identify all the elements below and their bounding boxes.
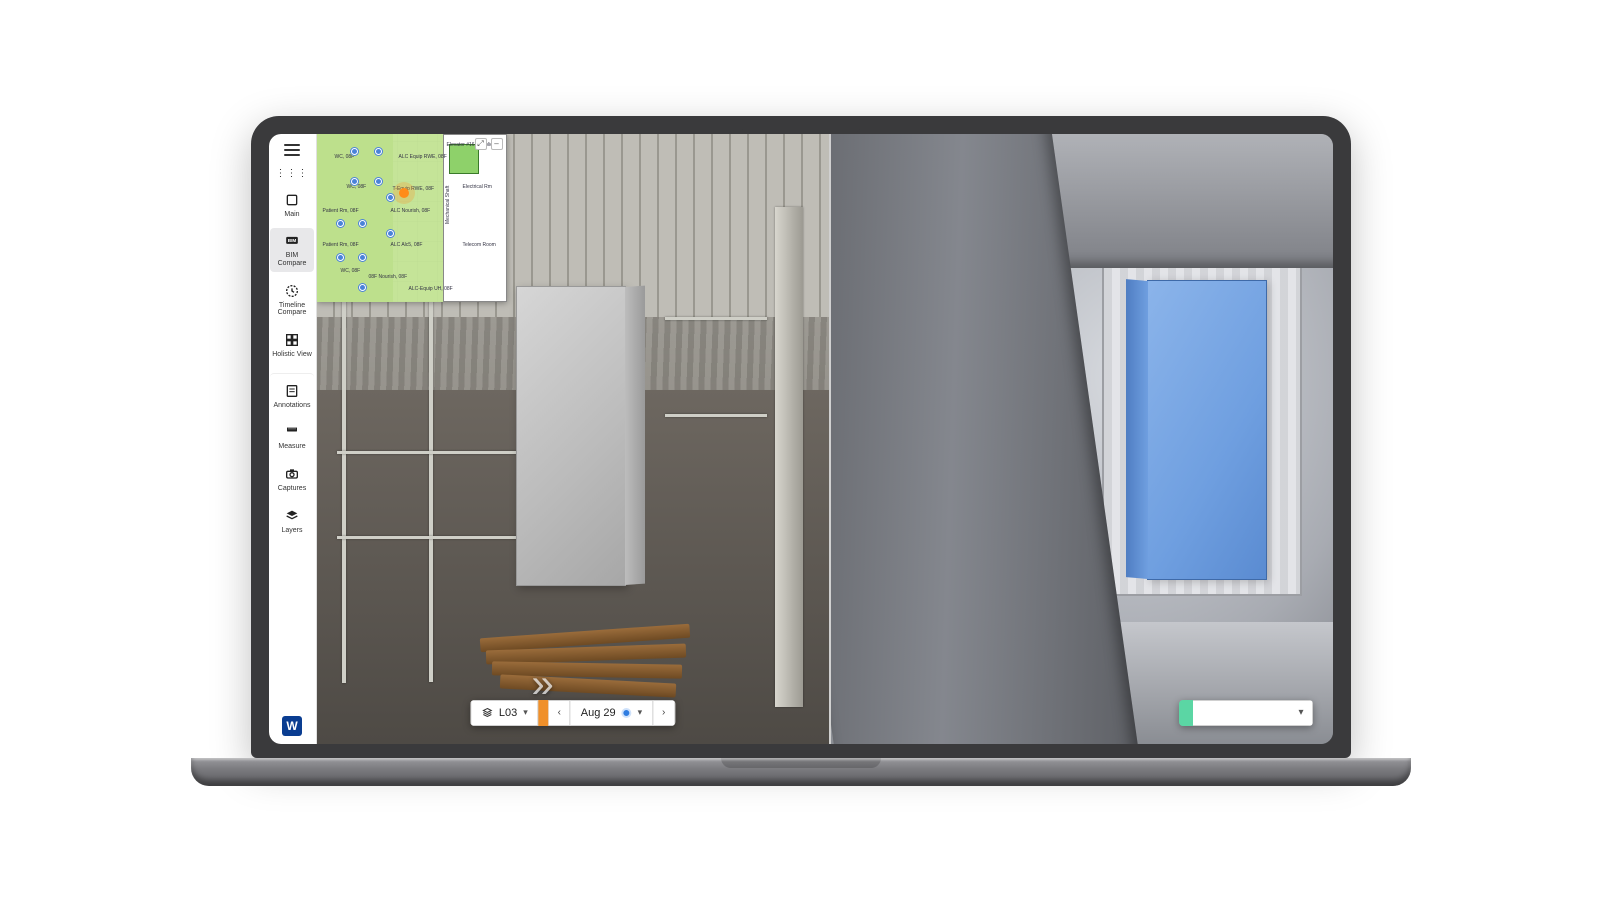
scaffold-rail [665, 317, 767, 320]
content-area: » WC, 08F ALC Equip RWE, 08F Elevator #1… [317, 134, 1333, 744]
clock-icon [283, 282, 301, 300]
capture-point[interactable] [351, 178, 358, 185]
laptop-base [191, 758, 1411, 786]
capture-point[interactable] [351, 148, 358, 155]
sidebar-item-timeline-compare[interactable]: Timeline Compare [270, 278, 314, 321]
level-selector[interactable]: L03 ▾ [470, 700, 539, 726]
status-dot-icon [622, 708, 632, 718]
layers-icon [283, 507, 301, 525]
sidebar-item-label: BIM Compare [278, 252, 307, 267]
bottom-toolbar: L03 ▾ ‹ Aug 29 ▾ › [470, 700, 675, 726]
svg-text:BIM: BIM [288, 238, 297, 243]
capture-point[interactable] [359, 284, 366, 291]
sidebar-item-label: Timeline Compare [278, 302, 307, 317]
sidebar-item-bim-compare[interactable]: BIM BIM Compare [270, 228, 314, 271]
sidebar-item-layers[interactable]: Layers [270, 503, 314, 539]
camera-icon [283, 465, 301, 483]
sidebar-item-measure[interactable]: Measure [270, 419, 314, 455]
capture-point[interactable] [375, 178, 382, 185]
bim-icon: BIM [283, 232, 301, 250]
app-screen: ⋮⋮⋮ Main BIM BIM Compare Timeline Compar… [269, 134, 1333, 744]
note-icon [283, 382, 301, 400]
chevron-down-icon: ▾ [523, 707, 528, 718]
minimap-expand-button[interactable]: ⤢ [475, 138, 487, 150]
levels-icon [481, 707, 493, 719]
scaffold-pole [342, 256, 346, 683]
capture-point[interactable] [337, 254, 344, 261]
scaffold-rail [337, 451, 542, 454]
model-selector[interactable]: ▾ [1179, 700, 1313, 726]
room-label: Electrical Rm [463, 184, 492, 190]
capture-point[interactable] [359, 220, 366, 227]
reality-view-pane[interactable]: » WC, 08F ALC Equip RWE, 08F Elevator #1… [317, 134, 831, 744]
bim-view-pane[interactable]: ▾ [831, 134, 1333, 744]
room-label: ALC-Equip UH, 08F [409, 286, 453, 292]
chevron-down-icon: ▾ [1298, 707, 1303, 718]
room-label: ALC Equip RWE, 08F [399, 154, 447, 160]
prev-date-button[interactable]: ‹ [549, 700, 571, 726]
wood-pallet [480, 615, 690, 695]
room-label: Patient Rm, 08F [323, 208, 359, 214]
sidebar-item-label: Main [284, 211, 299, 219]
status-chip [1179, 700, 1193, 726]
floorplan-minimap[interactable]: WC, 08F ALC Equip RWE, 08F Elevator #16 … [317, 134, 507, 302]
bim-selected-element[interactable] [1147, 280, 1267, 580]
sidebar-item-annotations[interactable]: Annotations [270, 373, 314, 414]
ruler-icon [283, 423, 301, 441]
capture-point[interactable] [337, 220, 344, 227]
scaffold-rail [665, 414, 767, 417]
sidebar-item-holistic-view[interactable]: Holistic View [270, 327, 314, 363]
capture-point[interactable] [359, 254, 366, 261]
capture-point[interactable] [387, 194, 394, 201]
sidebar: ⋮⋮⋮ Main BIM BIM Compare Timeline Compar… [269, 134, 317, 744]
room-label: WC, 08F [335, 154, 355, 160]
room-label: ALC Nourish, 08F [391, 208, 431, 214]
kebab-icon[interactable]: ⋮⋮⋮ [276, 168, 309, 179]
minimap-collapse-button[interactable]: – [491, 138, 503, 150]
bim-overlay-object[interactable] [516, 286, 626, 586]
divider-accent [539, 700, 549, 726]
sidebar-item-label: Captures [278, 485, 306, 493]
sidebar-item-captures[interactable]: Captures [270, 461, 314, 497]
room-label: ALC Alc5, 08F [391, 242, 423, 248]
scaffold-pole [429, 243, 433, 682]
room-label: Mechanical Shaft [445, 185, 451, 223]
room-label: WC, 08F [341, 268, 361, 274]
next-date-button[interactable]: › [653, 700, 675, 726]
capture-point[interactable] [387, 230, 394, 237]
scaffold-column [775, 207, 803, 707]
room-label: 08F Nourish, 08F [369, 274, 408, 280]
current-location-icon [399, 188, 409, 198]
level-label: L03 [499, 707, 517, 719]
menu-icon[interactable] [284, 144, 300, 156]
sidebar-item-main[interactable]: Main [270, 187, 314, 223]
capture-point[interactable] [375, 148, 382, 155]
sidebar-item-label: Holistic View [272, 351, 312, 359]
app-logo[interactable]: W [282, 716, 302, 736]
sidebar-item-label: Layers [281, 527, 302, 535]
square-icon [283, 191, 301, 209]
sidebar-item-label: Measure [278, 443, 305, 451]
room-label: Telecom Room [463, 242, 496, 248]
sidebar-item-label: Annotations [274, 402, 311, 410]
room-label: Patient Rm, 08F [323, 242, 359, 248]
date-label: Aug 29 [581, 707, 616, 719]
chevron-down-icon: ▾ [638, 707, 643, 718]
grid4-icon [283, 331, 301, 349]
date-selector[interactable]: Aug 29 ▾ [571, 700, 653, 726]
